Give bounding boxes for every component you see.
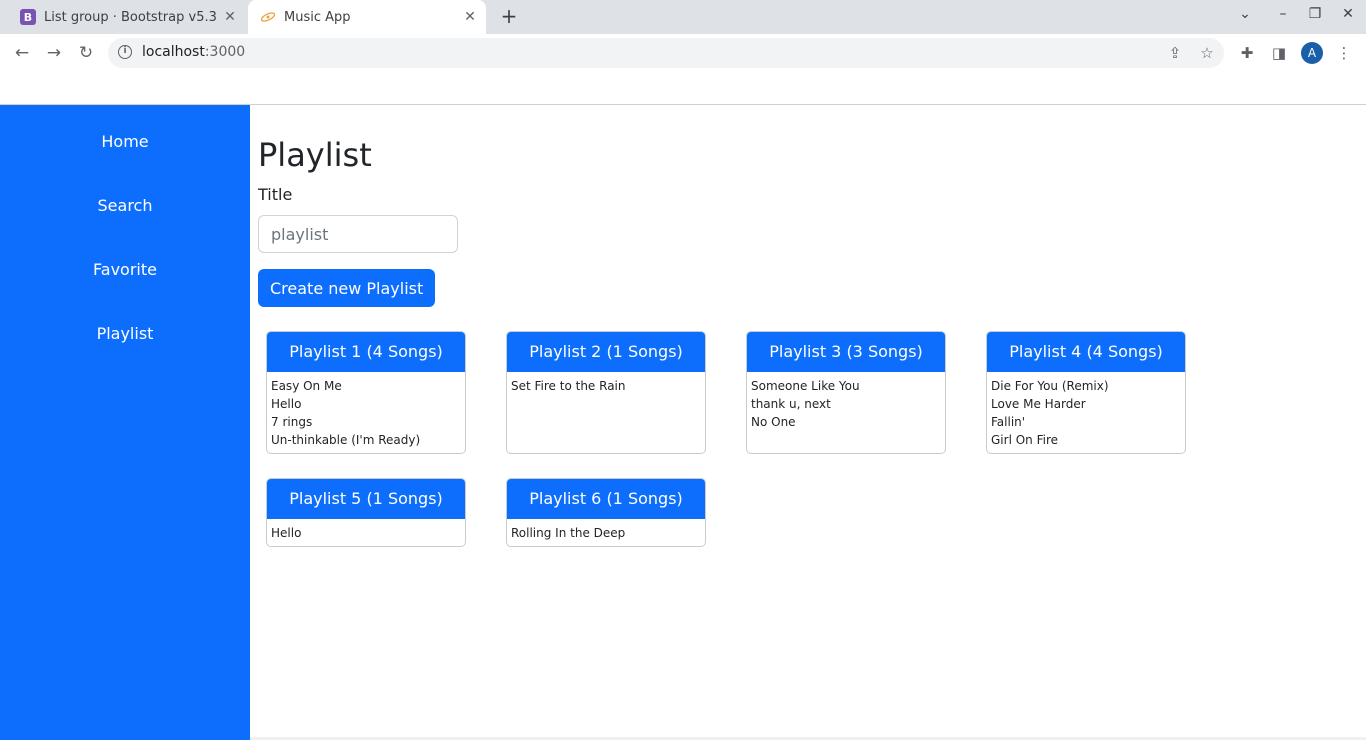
address-bar[interactable]: i localhost:3000 ⇪ ☆ — [108, 38, 1224, 68]
browser-tabstrip: B List group · Bootstrap v5.3 ✕ Music Ap… — [0, 0, 1366, 34]
react-icon — [260, 9, 276, 25]
playlist-card-header[interactable]: Playlist 4 (4 Songs) — [987, 332, 1185, 372]
playlist-song-list: Easy On Me Hello 7 rings Un-thinkable (I'm … — [267, 372, 465, 453]
playlist-card[interactable]: Playlist 6 (1 Songs) Rolling In the Deep — [506, 478, 706, 547]
minimize-icon[interactable]: – — [1273, 6, 1293, 22]
playlist-card-header[interactable]: Playlist 2 (1 Songs) — [507, 332, 705, 372]
playlist-card-header[interactable]: Playlist 5 (1 Songs) — [267, 479, 465, 519]
profile-avatar[interactable]: A — [1301, 42, 1323, 64]
tab-search-chevron-icon[interactable]: ⌄ — [1235, 6, 1255, 22]
new-tab-icon[interactable]: + — [498, 5, 520, 27]
create-playlist-button[interactable]: Create new Playlist — [258, 269, 436, 307]
bookmark-star-icon[interactable]: ☆ — [1198, 44, 1216, 62]
playlist-song-list: Hello — [267, 519, 465, 546]
song-list-item: Love Me Harder — [991, 397, 1086, 411]
playlist-card[interactable]: Playlist 4 (4 Songs) Die For You (Remix) L… — [986, 331, 1186, 454]
playlist-card[interactable]: Playlist 1 (4 Songs) Easy On Me Hello 7 rin… — [266, 331, 466, 454]
playlist-card-header[interactable]: Playlist 3 (3 Songs) — [747, 332, 945, 372]
song-list-item: Hello — [271, 526, 302, 540]
close-icon[interactable]: ✕ — [220, 9, 240, 25]
browser-tab-bootstrap[interactable]: B List group · Bootstrap v5.3 ✕ — [8, 0, 246, 34]
playlist-card[interactable]: Playlist 5 (1 Songs) Hello — [266, 478, 466, 547]
playlist-song-list: Die For You (Remix) Love Me Harder Fallin'… — [987, 372, 1185, 453]
song-list-item: 7 rings — [271, 415, 313, 429]
extensions-icon[interactable]: ✚ — [1238, 44, 1256, 62]
song-list-item: No One — [751, 415, 796, 429]
sidebar-item-search[interactable]: Search — [0, 196, 250, 215]
playlist-title-input[interactable] — [258, 215, 458, 253]
site-info-icon[interactable]: i — [118, 45, 132, 59]
playlist-card[interactable]: Playlist 3 (3 Songs) Someone Like You than… — [746, 331, 946, 454]
song-list-item: Someone Like You — [751, 379, 860, 393]
playlist-song-list: Rolling In the Deep — [507, 519, 705, 546]
sidebar-item-playlist[interactable]: Playlist — [0, 324, 250, 343]
playlist-card-header[interactable]: Playlist 6 (1 Songs) — [507, 479, 705, 519]
forward-icon[interactable]: → — [44, 43, 64, 63]
tab-title: List group · Bootstrap v5.3 — [44, 9, 217, 25]
playlist-song-list: Set Fire to the Rain — [507, 372, 705, 399]
address-url: localhost:3000 — [142, 44, 246, 60]
sidebar: Home Search Favorite Playlist — [0, 105, 250, 740]
song-list-item: Girl On Fire — [991, 433, 1058, 447]
sidebar-item-home[interactable]: Home — [0, 132, 250, 151]
playlist-song-list: Someone Like You thank u, next No One — [747, 372, 945, 435]
browser-tab-music-app[interactable]: Music App ✕ — [248, 0, 486, 34]
song-list-item: Easy On Me — [271, 379, 342, 393]
share-icon[interactable]: ⇪ — [1166, 44, 1184, 62]
sidebar-item-favorite[interactable]: Favorite — [0, 260, 250, 279]
bootstrap-icon: B — [20, 9, 36, 25]
back-icon[interactable]: ← — [12, 43, 32, 63]
song-list-item: Fallin' — [991, 415, 1026, 429]
song-list-item: thank u, next — [751, 397, 831, 411]
song-list-item: Rolling In the Deep — [511, 526, 626, 540]
reload-icon[interactable]: ↻ — [76, 43, 96, 63]
playlist-card-header[interactable]: Playlist 1 (4 Songs) — [267, 332, 465, 372]
browser-toolbar: ← → ↻ i localhost:3000 ⇪ ☆ ✚ ◨ A ⋮ — [0, 34, 1366, 72]
song-list-item: Set Fire to the Rain — [511, 379, 626, 393]
restore-icon[interactable]: ❐ — [1305, 6, 1325, 22]
playlist-card[interactable]: Playlist 2 (1 Songs) Set Fire to the Rain — [506, 331, 706, 454]
page-title: Playlist — [258, 136, 372, 174]
tab-title: Music App — [284, 9, 351, 25]
side-panel-icon[interactable]: ◨ — [1270, 44, 1288, 62]
song-list-item: Die For You (Remix) — [991, 379, 1109, 393]
window-close-icon[interactable]: ✕ — [1338, 6, 1358, 22]
song-list-item: Un-thinkable (I'm Ready) — [271, 433, 421, 447]
menu-kebab-icon[interactable]: ⋮ — [1335, 44, 1353, 62]
song-list-item: Hello — [271, 397, 302, 411]
close-icon[interactable]: ✕ — [460, 9, 480, 25]
title-label: Title — [258, 185, 293, 204]
